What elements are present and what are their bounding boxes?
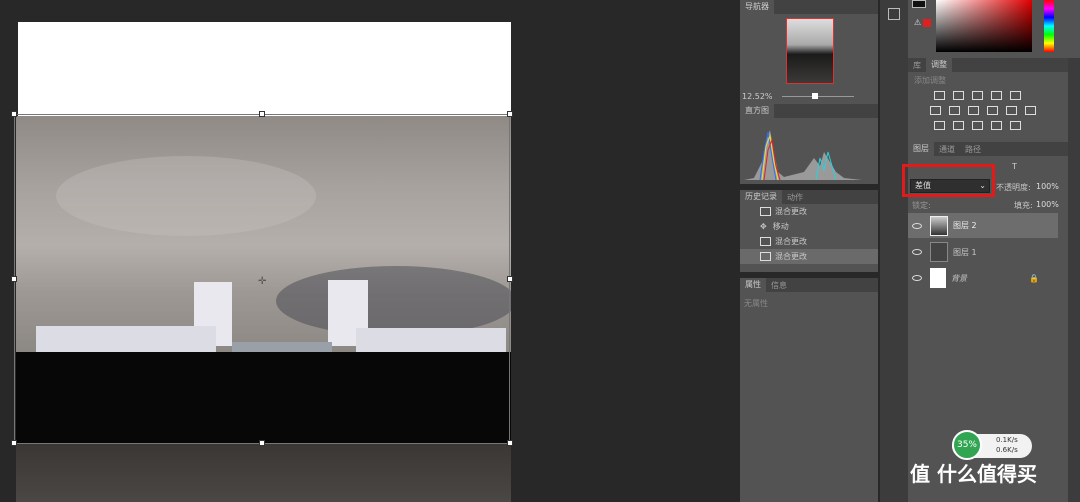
highlight-annotation [902, 164, 995, 197]
adjustments-panel: 库 调整 添加调整 [908, 58, 1068, 142]
tab-actions[interactable]: 动作 [782, 192, 808, 203]
crosshair-icon: ✛ [258, 276, 267, 287]
threshold-icon[interactable] [972, 121, 983, 130]
color-field[interactable] [936, 0, 1032, 52]
transform-handle[interactable] [259, 111, 265, 117]
upload-speed: 0.1K/s [996, 436, 1018, 444]
gamut-swatch[interactable] [923, 19, 931, 27]
transform-handle[interactable] [507, 440, 513, 446]
cpu-percent: 35% [952, 430, 982, 460]
hue-saturation-icon[interactable] [930, 106, 941, 115]
history-item[interactable]: ✥ 移动 [740, 219, 878, 234]
opacity-label: 不透明度: [996, 183, 1031, 192]
type-filter-icon[interactable]: T [1012, 162, 1017, 171]
transform-handle[interactable] [11, 111, 17, 117]
document-icon [760, 207, 771, 216]
lock-icon: 🔒 [1029, 273, 1039, 283]
tab-channels[interactable]: 通道 [934, 144, 960, 155]
black-white-icon[interactable] [968, 106, 979, 115]
transform-handle[interactable] [11, 276, 17, 282]
netspeed-widget: 35% 0.1K/s 0.6K/s [952, 430, 1032, 460]
navigator-panel: 导航器 12.52% [740, 0, 878, 104]
layer-row[interactable]: 图层 1 [908, 240, 1058, 264]
watermark: 值 什么值得买 [910, 462, 1037, 486]
zoom-slider-thumb[interactable] [812, 93, 818, 99]
levels-icon[interactable] [953, 91, 964, 100]
tab-paths[interactable]: 路径 [960, 144, 986, 155]
properties-panel: 属性 信息 无属性 [740, 278, 878, 502]
tab-info[interactable]: 信息 [766, 280, 792, 291]
panel-scroll-strip [1068, 58, 1080, 502]
fill-input[interactable]: 100% [1036, 200, 1059, 209]
history-item[interactable]: 混合更改 [740, 234, 878, 249]
transform-handle[interactable] [507, 111, 513, 117]
zoom-slider[interactable] [782, 96, 854, 97]
foreground-swatch[interactable] [912, 0, 926, 8]
canvas-white-area [18, 22, 511, 117]
navigator-thumbnail[interactable] [786, 18, 834, 84]
brightness-icon[interactable] [934, 91, 945, 100]
photo-filter-icon[interactable] [987, 106, 998, 115]
layer-row[interactable]: 背景 🔒 [908, 266, 1058, 290]
layer-thumbnail [930, 268, 946, 288]
tab-navigator[interactable]: 导航器 [740, 0, 774, 14]
tab-layers[interactable]: 图层 [908, 142, 934, 156]
transform-handle[interactable] [259, 440, 265, 446]
download-speed: 0.6K/s [996, 446, 1018, 454]
color-balance-icon[interactable] [949, 106, 960, 115]
layer-thumbnail [930, 215, 948, 236]
panel-dock-strip [880, 0, 908, 502]
vibrance-icon[interactable] [1010, 91, 1021, 100]
warning-icon: ⚠ [914, 18, 922, 27]
hue-slider[interactable] [1044, 0, 1054, 52]
color-lookup-icon[interactable] [1025, 106, 1036, 115]
tab-histogram[interactable]: 直方图 [740, 104, 774, 118]
lock-label: 锁定: [912, 201, 931, 210]
histogram-graph [744, 130, 862, 181]
tab-properties[interactable]: 属性 [740, 278, 766, 292]
tab-adjustments[interactable]: 调整 [926, 58, 952, 72]
posterize-icon[interactable] [953, 121, 964, 130]
histogram-panel: 直方图 [740, 104, 878, 184]
gradient-map-icon[interactable] [1010, 121, 1021, 130]
channel-mixer-icon[interactable] [1006, 106, 1017, 115]
visibility-eye-icon[interactable] [912, 222, 922, 229]
opacity-input[interactable]: 100% [1036, 182, 1059, 191]
history-panel: 历史记录 动作 混合更改 ✥ 移动 混合更改 混合更改 [740, 190, 878, 272]
add-adjustment-label: 添加调整 [914, 76, 946, 85]
navigator-zoom: 12.52% [742, 92, 773, 101]
visibility-eye-icon[interactable] [912, 275, 922, 281]
exposure-icon[interactable] [991, 91, 1002, 100]
invert-icon[interactable] [934, 121, 945, 130]
floor-area [16, 444, 511, 502]
selective-color-icon[interactable] [991, 121, 1002, 130]
transform-handle[interactable] [507, 276, 513, 282]
move-icon: ✥ [760, 222, 767, 231]
history-item[interactable]: 混合更改 [740, 249, 878, 264]
properties-empty: 无属性 [744, 299, 768, 308]
visibility-eye-icon[interactable] [912, 249, 922, 255]
document-icon [760, 252, 771, 261]
layer-row[interactable]: 图层 2 [908, 213, 1058, 238]
tab-history[interactable]: 历史记录 [740, 190, 782, 204]
fill-label: 填充: [1014, 201, 1033, 210]
color-panel: ⚠ [908, 0, 1080, 58]
layer-thumbnail [930, 242, 948, 262]
3d-icon[interactable] [888, 8, 900, 20]
curves-icon[interactable] [972, 91, 983, 100]
transform-handle[interactable] [11, 440, 17, 446]
tab-library[interactable]: 库 [908, 60, 926, 71]
document-icon [760, 237, 771, 246]
history-item[interactable]: 混合更改 [740, 204, 878, 219]
